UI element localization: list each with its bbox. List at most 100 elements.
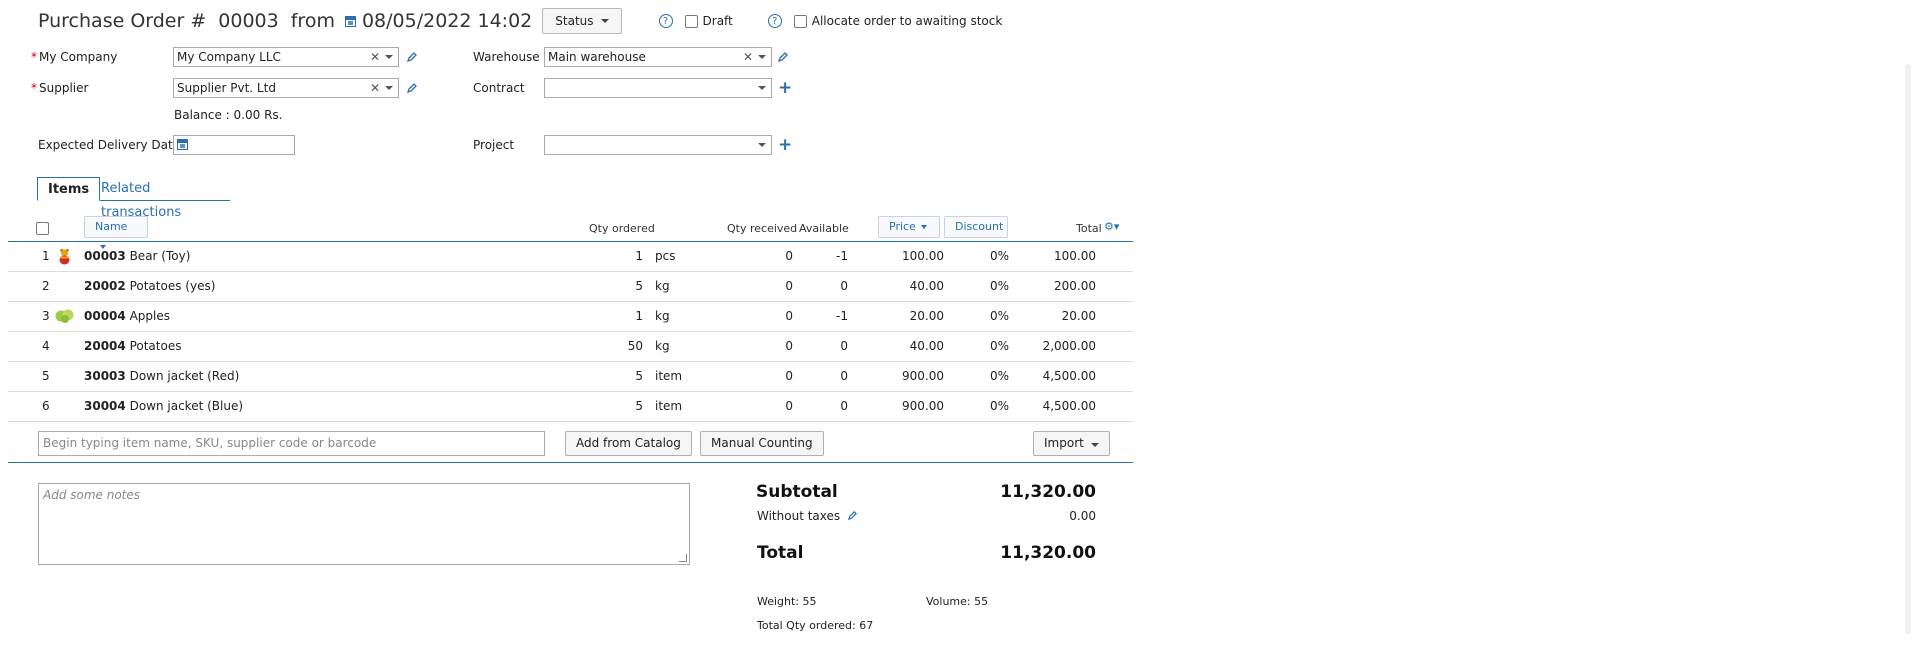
chevron-down-icon (920, 225, 927, 229)
item-sku: 30003 (84, 369, 126, 383)
row-number: 5 (42, 369, 50, 383)
order-date[interactable]: 08/05/2022 14:02 (362, 10, 532, 32)
price-cell[interactable]: 100.00 (868, 242, 944, 271)
discount-cell[interactable]: 0% (953, 272, 1009, 301)
weight-text: Weight: 55 (757, 595, 817, 608)
chevron-down-icon[interactable] (385, 86, 393, 90)
discount-cell[interactable]: 0% (953, 332, 1009, 361)
add-contract-icon[interactable]: + (778, 80, 792, 97)
price-cell[interactable]: 40.00 (868, 272, 944, 301)
table-row[interactable]: 1 00003 Bear (Toy) 1 pcs 0 -1 100.00 0% … (8, 242, 1133, 272)
qty-received-cell: 0 (785, 399, 793, 413)
add-from-catalog-button[interactable]: Add from Catalog (565, 431, 692, 456)
allocate-checkbox[interactable] (793, 14, 807, 28)
supplier-value: Supplier Pvt. Ltd (177, 81, 276, 95)
clear-icon[interactable]: ✕ (370, 48, 380, 66)
qty-ordered-cell[interactable]: 5 (588, 272, 643, 301)
table-row[interactable]: 4 20004 Potatoes 50 kg 0 0 40.00 0% 2,00… (8, 332, 1133, 362)
project-select[interactable] (544, 135, 772, 155)
qty-received-cell: 0 (785, 249, 793, 263)
discount-cell[interactable]: 0% (953, 362, 1009, 391)
price-cell[interactable]: 40.00 (868, 332, 944, 361)
apples-icon (54, 307, 76, 324)
discount-cell[interactable]: 0% (953, 392, 1009, 421)
table-row[interactable]: 3 00004 Apples 1 kg 0 -1 20.00 0% 20.00 (8, 302, 1133, 332)
price-cell[interactable]: 900.00 (868, 392, 944, 421)
page-header: Purchase Order # 00003 from 08/05/2022 1… (38, 8, 1002, 34)
edit-pencil-icon[interactable] (777, 51, 789, 63)
available-cell: 0 (840, 399, 848, 413)
name-column-sort-button[interactable]: Name (84, 216, 148, 249)
status-button[interactable]: Status (542, 8, 622, 34)
unit-cell: item (655, 399, 683, 413)
item-sku: 00004 (84, 309, 126, 323)
qty-ordered-cell[interactable]: 5 (588, 392, 643, 421)
vertical-scrollbar[interactable] (1900, 0, 1916, 656)
qty-received-cell: 0 (785, 309, 793, 323)
warehouse-select[interactable]: Main warehouse ✕ (544, 47, 772, 67)
total-label: Total (757, 543, 804, 563)
select-all-checkbox[interactable] (36, 222, 49, 235)
qty-ordered-cell[interactable]: 1 (588, 242, 643, 271)
clear-icon[interactable]: ✕ (370, 79, 380, 97)
calendar-icon[interactable] (177, 139, 188, 150)
contract-select[interactable] (544, 78, 772, 98)
item-name[interactable]: 00003 Bear (Toy) (84, 242, 190, 271)
help-icon[interactable]: ? (658, 14, 673, 28)
project-label: Project (473, 138, 515, 152)
notes-textarea[interactable]: Add some notes (38, 483, 690, 565)
add-project-icon[interactable]: + (778, 137, 792, 154)
expected-delivery-date-input[interactable] (173, 135, 295, 155)
qty-ordered-cell[interactable]: 50 (588, 332, 643, 361)
chevron-down-icon[interactable] (758, 86, 766, 90)
tab-related-transactions[interactable]: Related transactions (91, 177, 191, 220)
price-cell[interactable]: 900.00 (868, 362, 944, 391)
qty-ordered-cell[interactable]: 5 (588, 362, 643, 391)
discount-cell[interactable]: 0% (953, 242, 1009, 271)
unit-cell: kg (655, 309, 670, 323)
qty-ordered-cell[interactable]: 1 (588, 302, 643, 331)
calendar-icon[interactable] (344, 15, 356, 27)
item-name[interactable]: 30003 Down jacket (Red) (84, 362, 239, 391)
column-settings-gear-icon[interactable]: ⚙▾ (1104, 220, 1119, 233)
table-row[interactable]: 2 20002 Potatoes (yes) 5 kg 0 0 40.00 0%… (8, 272, 1133, 302)
price-column-sort-button[interactable]: Price (878, 216, 940, 238)
warehouse-value: Main warehouse (548, 50, 646, 64)
help-icon[interactable]: ? (767, 14, 782, 28)
edit-pencil-icon[interactable] (406, 82, 418, 94)
total-value: 11,320.00 (1000, 543, 1096, 563)
total-cell: 20.00 (1061, 309, 1096, 323)
supplier-select[interactable]: Supplier Pvt. Ltd ✕ (173, 78, 399, 98)
subtotal-label: Subtotal (756, 482, 838, 502)
unit-cell: kg (655, 279, 670, 293)
chevron-down-icon[interactable] (758, 143, 766, 147)
item-name[interactable]: 20004 Potatoes (84, 332, 181, 361)
edit-pencil-icon[interactable] (406, 51, 418, 63)
table-row[interactable]: 6 30004 Down jacket (Blue) 5 item 0 0 90… (8, 392, 1133, 422)
subtotal-value: 11,320.00 (1000, 482, 1096, 502)
edit-pencil-icon[interactable] (847, 510, 858, 521)
draft-checkbox[interactable] (684, 14, 698, 28)
item-name[interactable]: 00004 Apples (84, 302, 170, 331)
available-cell: -1 (836, 309, 848, 323)
scrollbar-thumb[interactable] (1905, 64, 1911, 634)
clear-icon[interactable]: ✕ (743, 48, 753, 66)
import-button[interactable]: Import (1033, 431, 1110, 456)
discount-column-button[interactable]: Discount (944, 216, 1008, 238)
chevron-down-icon[interactable] (758, 55, 766, 59)
table-row[interactable]: 5 30003 Down jacket (Red) 5 item 0 0 900… (8, 362, 1133, 392)
price-cell[interactable]: 20.00 (868, 302, 944, 331)
discount-cell[interactable]: 0% (953, 302, 1009, 331)
item-name[interactable]: 20002 Potatoes (yes) (84, 272, 215, 301)
bear-toy-icon (56, 248, 73, 265)
item-sku: 00003 (84, 249, 126, 263)
add-item-search-input[interactable]: Begin typing item name, SKU, supplier co… (38, 431, 545, 456)
manual-counting-button[interactable]: Manual Counting (700, 431, 824, 456)
expected-delivery-label: Expected Delivery Date (38, 138, 181, 152)
row-number: 4 (42, 339, 50, 353)
chevron-down-icon[interactable] (385, 55, 393, 59)
resize-handle-icon[interactable] (679, 554, 687, 562)
item-name[interactable]: 30004 Down jacket (Blue) (84, 392, 243, 421)
without-taxes-label: Without taxes (757, 509, 858, 523)
my-company-select[interactable]: My Company LLC ✕ (173, 47, 399, 67)
